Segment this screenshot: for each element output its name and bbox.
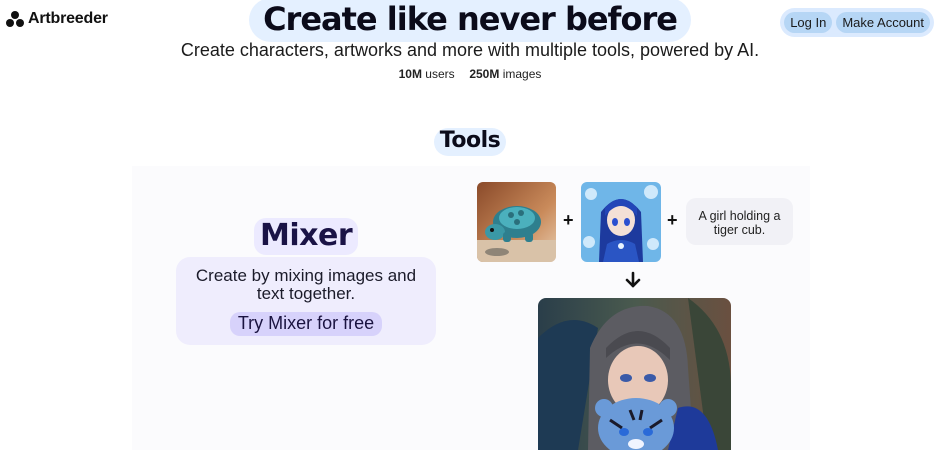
- try-mixer-button[interactable]: Try Mixer for free: [229, 312, 383, 336]
- mixer-title: Mixer: [254, 218, 359, 255]
- plus-icon: +: [667, 210, 678, 230]
- tools-heading: Tools: [433, 128, 507, 156]
- login-button[interactable]: Log In: [784, 12, 833, 33]
- arrow-down-icon: [623, 270, 643, 295]
- mixer-title-wrap: Mixer: [254, 218, 359, 255]
- mixer-text-prompt: A girl holding a tiger cub.: [686, 198, 793, 245]
- users-label: users: [425, 67, 455, 81]
- mixer-input-image-turtle: [477, 182, 556, 262]
- images-count: 250M: [469, 67, 500, 81]
- mixer-card: Create by mixing images and text togethe…: [176, 257, 436, 345]
- tools-heading-wrap: Tools: [0, 128, 940, 156]
- hero-title: Create like never before: [249, 0, 691, 42]
- mixer-input-image-anime-girl: [581, 182, 661, 262]
- mixer-output-image: [538, 298, 731, 450]
- make-account-button[interactable]: Make Account: [836, 12, 930, 33]
- mixer-description: Create by mixing images and text togethe…: [195, 266, 417, 303]
- images-label: images: [502, 67, 542, 81]
- users-count: 10M: [398, 67, 422, 81]
- hero-subtitle: Create characters, artworks and more wit…: [180, 40, 760, 60]
- hero-stats: 10M users 250M images: [0, 67, 940, 81]
- auth-buttons: Log In Make Account: [780, 8, 934, 37]
- plus-icon: +: [563, 210, 574, 230]
